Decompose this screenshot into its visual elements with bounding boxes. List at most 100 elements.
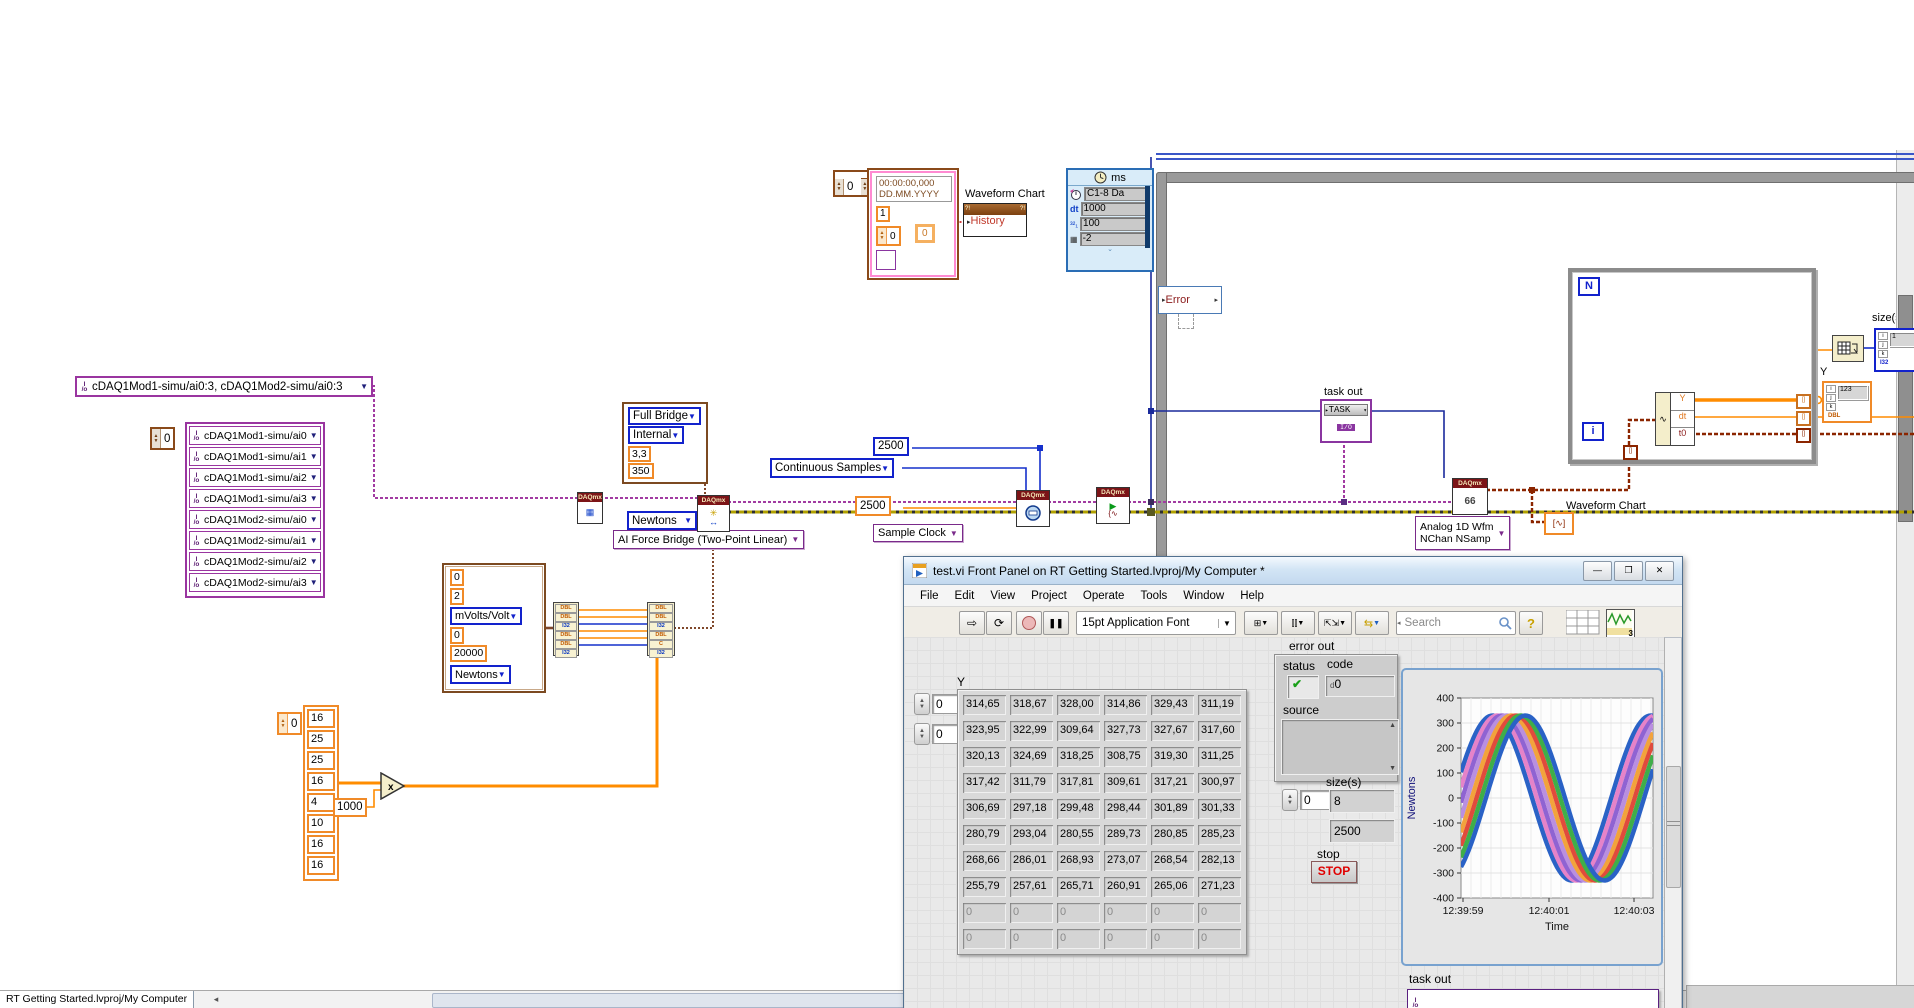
rate-constant[interactable]: 2500 bbox=[873, 437, 909, 456]
y-table-cell[interactable]: 324,69 bbox=[1010, 747, 1053, 767]
history-value[interactable]: 0 bbox=[915, 224, 935, 243]
y-table-cell[interactable]: 273,07 bbox=[1104, 851, 1147, 871]
y-table-cell[interactable]: 280,55 bbox=[1057, 825, 1100, 845]
daqmx-create-channel-node[interactable]: DAQmx ✳ ↔ bbox=[697, 495, 730, 532]
y-table-cell[interactable]: 317,81 bbox=[1057, 773, 1100, 793]
dropdown-arrow-icon[interactable]: ▼ bbox=[310, 431, 318, 440]
daqmx-small-node[interactable]: DAQmx ▦ bbox=[577, 492, 603, 524]
units-enum[interactable]: Newtons ▼ bbox=[627, 511, 697, 530]
dropdown-arrow-icon[interactable]: ▼ bbox=[310, 452, 318, 461]
y-table-cell[interactable]: 0 bbox=[1198, 929, 1241, 949]
excitation-source-enum[interactable]: Internal bbox=[633, 429, 671, 441]
timed-loop-processor[interactable]: -2 bbox=[1079, 232, 1150, 246]
vi-icon-editor[interactable]: 3 bbox=[1606, 609, 1635, 638]
loop-tunnel-y[interactable]: [] bbox=[1796, 394, 1811, 409]
dropdown-arrow-icon[interactable]: ▼ bbox=[360, 382, 368, 391]
channel-array-element[interactable]: I/o cDAQ1Mod2-simu/ai0 ▼ bbox=[189, 510, 321, 529]
channel-array-element[interactable]: I/o cDAQ1Mod2-simu/ai1 ▼ bbox=[189, 531, 321, 550]
y-table-cell[interactable]: 317,42 bbox=[963, 773, 1006, 793]
y-table-cell[interactable]: 320,13 bbox=[963, 747, 1006, 767]
channel-array-index[interactable]: ▲ ▼ 0 bbox=[150, 427, 176, 450]
y-table-cell[interactable]: 255,79 bbox=[963, 877, 1006, 897]
code-field[interactable]: d0 bbox=[1325, 675, 1395, 697]
timed-loop-source[interactable]: C1-8 Da bbox=[1084, 187, 1150, 201]
scale-min-constant[interactable]: 0 bbox=[450, 569, 464, 586]
source-field[interactable]: ▲ ▼ bbox=[1281, 719, 1399, 775]
timed-loop-error-node[interactable]: ▸ Error ▸ bbox=[1158, 286, 1222, 314]
y-table-cell[interactable]: 0 bbox=[1010, 929, 1053, 949]
menu-item-edit[interactable]: Edit bbox=[947, 588, 983, 604]
y-table-cell[interactable]: 327,73 bbox=[1104, 721, 1147, 741]
bundle-node-2[interactable]: DBL DBL I32 DBL C I32 bbox=[647, 602, 675, 658]
sample-clock-ring[interactable]: Sample Clock ▼ bbox=[873, 524, 963, 542]
loop-tunnel-t0[interactable]: [] bbox=[1796, 428, 1811, 443]
menu-item-help[interactable]: Help bbox=[1232, 588, 1272, 604]
y-table-cell[interactable]: 317,21 bbox=[1151, 773, 1194, 793]
y-table-cell[interactable]: 265,71 bbox=[1057, 877, 1100, 897]
loop-tunnel-waveform-in[interactable]: [] bbox=[1623, 445, 1638, 460]
y-table-cell[interactable]: 268,93 bbox=[1057, 851, 1100, 871]
y-table-cell[interactable]: 328,00 bbox=[1057, 695, 1100, 715]
sizes-index[interactable]: ▲ ▼ 0 bbox=[1282, 789, 1333, 811]
channel-array-index-value[interactable]: 0 bbox=[161, 429, 173, 448]
y-table-cell[interactable]: 0 bbox=[1104, 929, 1147, 949]
history-index-1[interactable]: 0 bbox=[844, 179, 856, 195]
history-property-text[interactable]: History bbox=[971, 215, 1005, 227]
stop-button[interactable]: STOP bbox=[1311, 861, 1357, 883]
sizes-array-terminal[interactable]: i j k 1 I32 bbox=[1874, 328, 1914, 372]
y-table-cell[interactable]: 317,60 bbox=[1198, 721, 1241, 741]
gain-array-element[interactable]: 16 bbox=[307, 709, 335, 728]
minimize-button[interactable]: — bbox=[1583, 560, 1612, 581]
y-table-cell[interactable]: 280,85 bbox=[1151, 825, 1194, 845]
physical-min-constant[interactable]: 0 bbox=[450, 627, 464, 644]
y-table-cell[interactable]: 257,61 bbox=[1010, 877, 1053, 897]
gain-array-element[interactable]: 4 bbox=[307, 793, 335, 812]
resize-objects-button[interactable]: ⇱⇲ ▼ bbox=[1318, 611, 1352, 635]
menu-item-operate[interactable]: Operate bbox=[1075, 588, 1133, 604]
y-table-cell[interactable]: 301,33 bbox=[1198, 799, 1241, 819]
y-table-cell[interactable]: 0 bbox=[1198, 903, 1241, 923]
bundle-node-1[interactable]: DBL DBL I32 DBL DBL I32 bbox=[553, 602, 579, 658]
excitation-voltage-constant[interactable]: 3,3 bbox=[628, 446, 651, 462]
y-table-cell[interactable]: 0 bbox=[1057, 929, 1100, 949]
physical-channels-constant[interactable]: I/o cDAQ1Mod1-simu/ai0:3, cDAQ1Mod2-simu… bbox=[75, 376, 373, 397]
daqmx-timing-node[interactable]: DAQmx bbox=[1016, 490, 1050, 527]
y-table-cell[interactable]: 309,64 bbox=[1057, 721, 1100, 741]
y-table-cell[interactable]: 0 bbox=[1151, 929, 1194, 949]
y-table-cell[interactable]: 299,48 bbox=[1057, 799, 1100, 819]
gain-array-element[interactable]: 16 bbox=[307, 772, 335, 791]
history-empty-box[interactable] bbox=[876, 250, 896, 270]
y-table-cell[interactable]: 0 bbox=[1010, 903, 1053, 923]
restore-button[interactable]: ❐ bbox=[1614, 560, 1643, 581]
dropdown-arrow-icon[interactable]: ▼ bbox=[310, 473, 318, 482]
y-table-cell[interactable]: 260,91 bbox=[1104, 877, 1147, 897]
dropdown-arrow-icon[interactable]: ▼ bbox=[310, 578, 318, 587]
waveform-chart[interactable]: 400 300 200 100 0 -100 -200 -300 -400 12:39:59 12:… bbox=[1401, 668, 1663, 966]
y-table-cell[interactable]: 329,43 bbox=[1151, 695, 1194, 715]
run-button[interactable]: ⇨ bbox=[959, 611, 985, 635]
font-dropdown-arrow[interactable]: ▼ bbox=[1218, 618, 1235, 628]
index-spinner-icon[interactable]: ▲ ▼ bbox=[152, 429, 161, 448]
continuous-samples-enum[interactable]: Continuous Samples ▼ bbox=[770, 458, 895, 478]
y-table-cell[interactable]: 311,79 bbox=[1010, 773, 1053, 793]
channel-array-element[interactable]: I/o cDAQ1Mod1-simu/ai1 ▼ bbox=[189, 447, 321, 466]
y-table-cell[interactable]: 309,61 bbox=[1104, 773, 1147, 793]
y-table-cell[interactable]: 280,79 bbox=[963, 825, 1006, 845]
history-property-node[interactable]: ?!?! ▸History bbox=[963, 203, 1027, 237]
channel-array-element[interactable]: I/o cDAQ1Mod1-simu/ai2 ▼ bbox=[189, 468, 321, 487]
y-table-cell[interactable]: 311,25 bbox=[1198, 747, 1241, 767]
dropdown-arrow-icon[interactable]: ▼ bbox=[310, 494, 318, 503]
y-table-cell[interactable]: 271,23 bbox=[1198, 877, 1241, 897]
y-table-cell[interactable]: 314,65 bbox=[963, 695, 1006, 715]
physical-max-constant[interactable]: 20000 bbox=[450, 645, 488, 662]
context-help-button[interactable]: ? bbox=[1519, 611, 1543, 635]
search-box[interactable]: ◂ Search bbox=[1396, 611, 1516, 635]
electrical-units-enum[interactable]: mVolts/Volt bbox=[455, 610, 509, 622]
run-continuous-button[interactable]: ⟳ bbox=[986, 611, 1012, 635]
timed-loop-config-node[interactable]: ms C1-8 Da dt 1000 ³²₁ 100 ▦ -2 ⌄ bbox=[1066, 168, 1154, 272]
menu-item-window[interactable]: Window bbox=[1175, 588, 1232, 604]
daqmx-read-node[interactable]: DAQmx 66 bbox=[1452, 478, 1488, 515]
read-polymorphic-ring[interactable]: Analog 1D Wfm NChan NSamp ▼ bbox=[1415, 516, 1511, 550]
panel-vscrollbar-thumb[interactable] bbox=[1666, 766, 1681, 888]
y-table-cell[interactable]: 268,66 bbox=[963, 851, 1006, 871]
